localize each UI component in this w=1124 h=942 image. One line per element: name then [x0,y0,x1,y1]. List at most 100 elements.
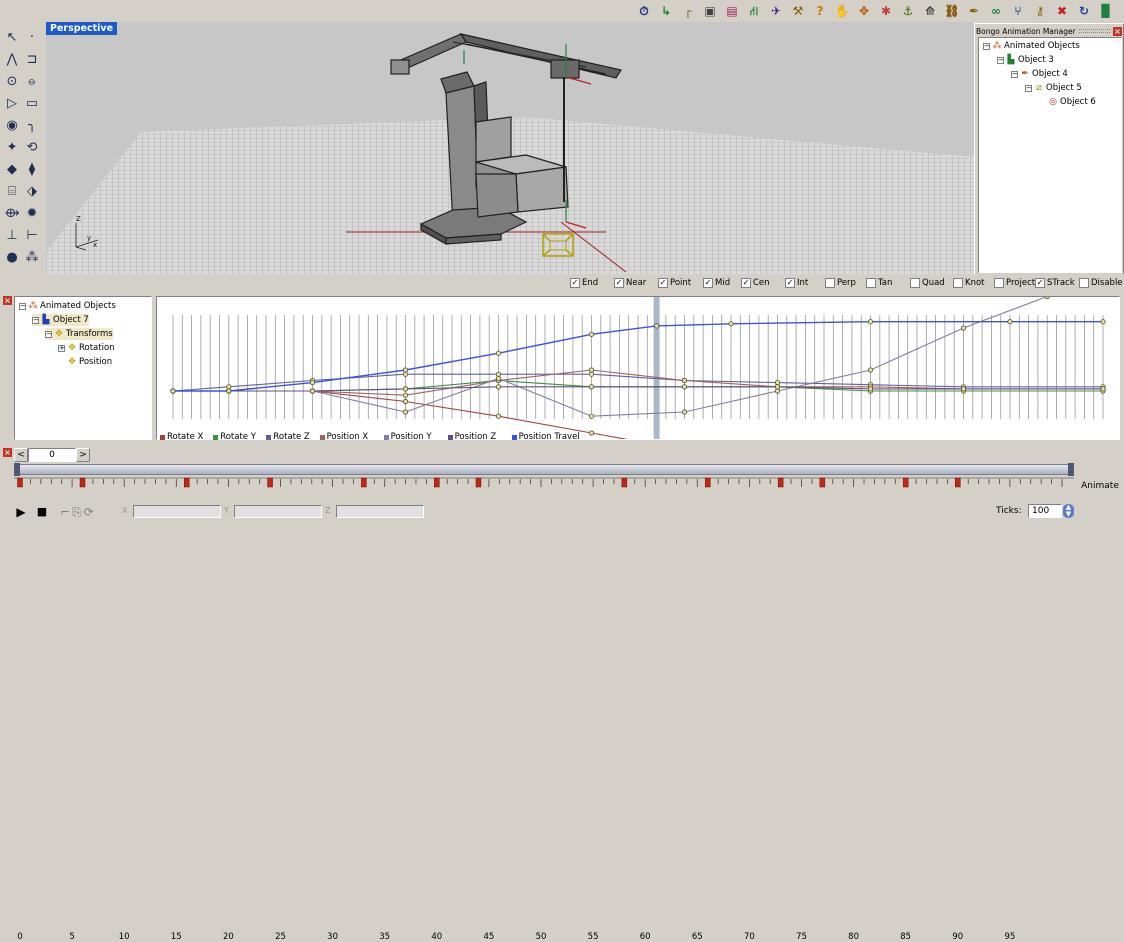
path-icon[interactable]: ∞ [988,3,1004,19]
expander-icon[interactable]: − [45,330,52,338]
expander-icon[interactable]: − [997,56,1004,64]
snap-perp[interactable]: Perp [825,277,856,288]
anim-tree-node[interactable]: − ✥ Transforms [45,328,113,340]
hand-icon[interactable]: ✋ [834,3,850,19]
checkbox[interactable]: ✓ [785,277,795,288]
snap-strack[interactable]: ✓ STrack [1035,277,1075,288]
transform-icon[interactable]: ⟴ [4,206,20,222]
expander-icon[interactable]: − [1025,84,1032,92]
prev-frame-button[interactable]: < [14,448,28,462]
snap-quad[interactable]: Quad [910,277,945,288]
curve-tool-icon[interactable]: ↳ [658,3,674,19]
snap-tan[interactable]: Tan [866,277,892,288]
checkbox[interactable] [994,277,1004,288]
animate-button[interactable]: Animate [1078,466,1122,506]
snap-end[interactable]: ✓ End [570,277,598,288]
snap-near[interactable]: ✓ Near [614,277,646,288]
checkbox[interactable]: ✓ [703,277,713,288]
arc-icon[interactable]: ◉ [4,118,20,134]
next-frame-button[interactable]: > [76,448,90,462]
save-icon[interactable]: ▉ [1098,3,1114,19]
snap-int[interactable]: ✓ Int [785,277,808,288]
polyline-icon[interactable]: ⋀ [4,52,20,68]
snap-project[interactable]: Project [994,277,1035,288]
curve-points-icon[interactable]: ⊐ [24,52,40,68]
checkbox[interactable] [1079,277,1089,288]
bongo-grip[interactable] [1078,29,1110,33]
camera-icon[interactable]: ✈ [768,3,784,19]
expander-icon[interactable]: − [19,302,26,310]
expander-icon[interactable]: + [58,344,65,352]
explode-icon[interactable]: ✹ [24,206,40,222]
bongo-tree-node[interactable]: − ⧄ Object 5 [1025,82,1082,94]
pen-icon[interactable]: ✒ [966,3,982,19]
snap-cen[interactable]: ✓ Cen [741,277,770,288]
split-icon[interactable]: ⊥ [4,228,20,244]
group-icon[interactable]: ⁂ [24,250,40,266]
perspective-viewport[interactable]: Perspective Z y x [46,22,974,274]
bongo-tree-node[interactable]: − ▙ Object 3 [997,54,1054,66]
delete-icon[interactable]: ✖ [1054,3,1070,19]
bongo-tree-node[interactable]: − ✒ Object 4 [1011,68,1068,80]
revolve-icon[interactable]: ⟲ [24,140,40,156]
anim-tree-node[interactable]: + ✥ Rotation [58,342,115,354]
timeline-ruler[interactable] [14,476,1074,500]
key-icon[interactable]: ⚷ [1032,3,1048,19]
checkbox[interactable] [866,277,876,288]
anim-tree-node[interactable]: − ⁂ Animated Objects [19,300,116,312]
checkbox[interactable] [825,277,835,288]
bongo-tree-node[interactable]: ◎ Object 6 [1039,96,1096,108]
anim-tree-node[interactable]: − ▙ Object 7 [32,314,89,326]
circle-icon[interactable]: ⊙ [4,74,20,90]
sphere-icon[interactable]: ● [4,250,20,266]
checkbox[interactable]: ✓ [614,277,624,288]
extrude-icon[interactable]: ⧫ [24,162,40,178]
curve-editor-close-icon[interactable]: × [3,296,12,305]
bongo-title-bar[interactable]: Bongo Animation Manager × [976,26,1122,36]
snap-knot[interactable]: Knot [953,277,985,288]
checkbox[interactable]: ✓ [658,277,668,288]
checkbox[interactable] [910,277,920,288]
play-button[interactable]: ▶ [14,505,28,519]
current-frame-field[interactable]: 0 [28,448,76,462]
ticks-field[interactable]: 100 [1028,504,1062,518]
key-tools-icon[interactable]: ⌐⎘⟳ [60,504,130,520]
surface-icon[interactable]: ✦ [4,140,20,156]
bones-icon[interactable]: ✱ [878,3,894,19]
polygon-icon[interactable]: ▷ [4,96,20,112]
snap-disable[interactable]: Disable [1079,277,1123,288]
anim-tree-node[interactable]: ✥ Position [58,356,112,368]
arm-icon[interactable]: ⚓ [900,3,916,19]
point-icon[interactable]: · [24,30,40,46]
hierarchy-icon[interactable]: ⛙ [746,3,762,19]
ik-icon[interactable]: ⟰ [922,3,938,19]
curve-graph[interactable] [156,296,1120,440]
mesh-icon[interactable]: ⬗ [24,184,40,200]
refresh-icon[interactable]: ↻ [1076,3,1092,19]
expander-icon[interactable]: − [983,42,990,50]
join-icon[interactable]: ⊢ [24,228,40,244]
expander-icon[interactable]: − [1011,70,1018,78]
chain-icon[interactable]: ⛓ [944,3,960,19]
timeline-scrollbar[interactable] [14,464,1074,475]
checkbox[interactable]: ✓ [570,277,580,288]
scroll-thumb-right[interactable] [1068,463,1074,476]
book-icon[interactable]: ▤ [724,3,740,19]
cylinder-icon[interactable]: ⌸ [4,184,20,200]
scroll-thumb-left[interactable] [14,463,20,476]
help-icon[interactable]: ? [812,3,828,19]
checkbox[interactable]: ✓ [741,277,751,288]
snap-point[interactable]: ✓ Point [658,277,691,288]
ellipse-icon[interactable]: ⦵ [24,74,40,90]
expander-icon[interactable]: − [32,316,39,324]
timeline-close-icon[interactable]: × [3,448,12,457]
select-arrow-icon[interactable]: ↖ [4,30,20,46]
bongo-close-icon[interactable]: × [1113,26,1122,36]
snap-mid[interactable]: ✓ Mid [703,277,730,288]
stopwatch-icon[interactable]: ⏱ [636,3,652,19]
ticks-spinner[interactable]: ▲ ▼ [1063,504,1074,518]
coord-y-field[interactable] [234,505,322,518]
rectangle-icon[interactable]: ▭ [24,96,40,112]
pipe-icon[interactable]: ┌ [680,3,696,19]
coord-x-field[interactable] [133,505,221,518]
